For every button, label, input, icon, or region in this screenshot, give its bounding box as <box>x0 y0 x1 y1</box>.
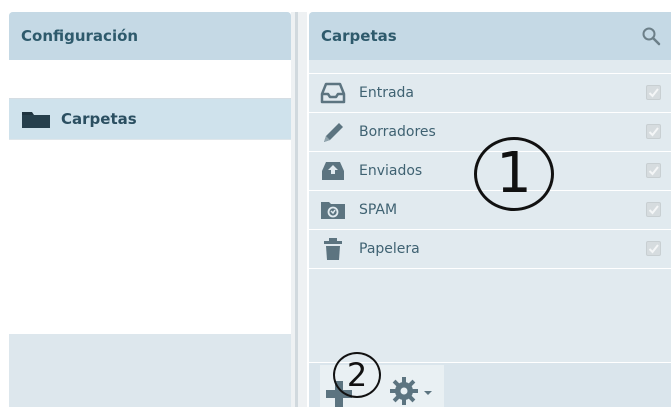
subscribe-checkbox[interactable] <box>646 241 661 256</box>
gear-icon <box>390 377 432 405</box>
settings-sidebar: Configuración Carpetas <box>9 12 291 407</box>
settings-screen: Configuración Carpetas Carpetas Entrada … <box>0 0 671 407</box>
settings-item-carpetas[interactable]: Carpetas <box>9 99 291 139</box>
search-icon[interactable] <box>641 26 661 46</box>
settings-sidebar-footer <box>9 334 291 407</box>
callout-1: 1 <box>474 137 554 211</box>
folders-title: Carpetas <box>321 27 397 45</box>
folder-row-entrada[interactable]: Entrada <box>309 74 671 113</box>
divider-line <box>295 12 298 407</box>
folder-settings-button[interactable] <box>390 375 438 407</box>
folders-panel: Carpetas Entrada Borradores Enviados SPA… <box>309 12 671 407</box>
settings-title: Configuración <box>21 27 139 45</box>
subscribe-checkbox[interactable] <box>646 124 661 139</box>
settings-blank-row <box>9 60 291 99</box>
settings-item-label: Carpetas <box>61 110 137 128</box>
subscribe-checkbox[interactable] <box>646 202 661 217</box>
folder-label: SPAM <box>359 202 398 218</box>
panel-resize-divider[interactable] <box>291 12 307 407</box>
pencil-icon <box>320 120 346 144</box>
spam-icon <box>320 198 346 222</box>
sent-icon <box>320 159 346 183</box>
folder-label: Entrada <box>359 85 415 101</box>
inbox-icon <box>320 81 346 105</box>
subscribe-checkbox[interactable] <box>646 163 661 178</box>
folders-panel-header: Carpetas <box>309 12 671 60</box>
trash-icon <box>320 237 346 261</box>
subscribe-checkbox[interactable] <box>646 85 661 100</box>
settings-sidebar-header: Configuración <box>9 12 291 60</box>
settings-sidebar-empty-area <box>9 139 291 334</box>
folder-label: Borradores <box>359 124 436 140</box>
folder-label: Papelera <box>359 241 420 257</box>
folder-row-papelera[interactable]: Papelera <box>309 230 671 269</box>
callout-2: 2 <box>333 352 381 398</box>
folder-icon <box>22 112 50 128</box>
folder-label: Enviados <box>359 163 423 179</box>
